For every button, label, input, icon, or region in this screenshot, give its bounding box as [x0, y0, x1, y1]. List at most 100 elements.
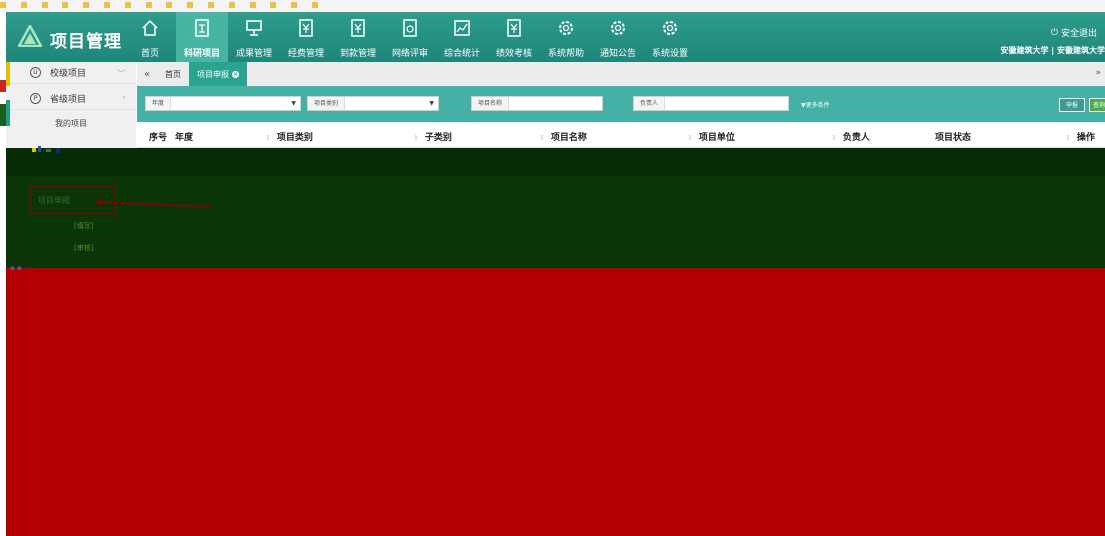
logout-button[interactable]: ⏻ 安全退出 [1051, 26, 1097, 40]
search-button[interactable]: 查询 [1089, 98, 1105, 112]
accent-bar [6, 62, 10, 86]
nav-label: 到款管理 [339, 49, 376, 59]
nav-label: 成果管理 [235, 49, 272, 59]
overlay-green-band [6, 148, 1105, 176]
bookmark-item[interactable] [187, 0, 197, 12]
sort-icon: ⇕ [687, 134, 693, 142]
category-select[interactable]: 项目类别 ▼ [307, 96, 439, 111]
bookmark-item[interactable] [21, 0, 31, 12]
bookmark-item[interactable] [312, 0, 322, 12]
nav-label: 系统设置 [651, 49, 688, 59]
tab-bar: « 首页 项目申报 × » [137, 62, 1105, 86]
nav-label: 通知公告 [599, 49, 636, 59]
sidebar: U 校级项目 ﹀ P 省级项目 › 我的项目 [6, 62, 136, 148]
nav-help[interactable]: 系统帮助 [540, 12, 592, 62]
category-label: 项目类别 [308, 97, 346, 110]
app-logo-icon [18, 25, 42, 47]
project-name-label: 项目名称 [472, 97, 510, 110]
nav-label: 首页 [140, 49, 159, 59]
nav-statistics[interactable]: 综合统计 [436, 12, 488, 62]
column-label: 操作 [1076, 133, 1095, 143]
tab-home[interactable]: 首页 [157, 62, 189, 86]
noise-cluster [32, 146, 60, 153]
bookmark-item[interactable] [0, 0, 10, 12]
gear-icon [663, 21, 677, 35]
double-chevron-left-icon[interactable]: « [137, 69, 157, 80]
logout-label: 安全退出 [1060, 29, 1097, 39]
school-project-icon: U [30, 67, 41, 78]
nav-online-review[interactable]: 网络评审 [384, 12, 436, 62]
bookmark-item[interactable] [104, 0, 114, 12]
column-header[interactable]: 年度 [175, 130, 193, 143]
accent-bar [6, 100, 10, 126]
nav-achievements[interactable]: 成果管理 [228, 12, 280, 62]
apply-button[interactable]: 申报 [1059, 98, 1085, 112]
chevron-down-icon: ﹀ [116, 70, 126, 80]
column-label: 项目名称 [550, 133, 587, 143]
nav-home[interactable]: 首页 [124, 12, 176, 62]
sort-icon: ⇕ [265, 134, 271, 142]
double-chevron-right-icon[interactable]: » [1095, 68, 1101, 78]
project-doc-icon [195, 19, 209, 37]
accent-bar [0, 80, 6, 92]
column-header[interactable]: 项目状态 [935, 130, 971, 143]
column-header[interactable]: ⇕ 项目类别 [265, 130, 313, 143]
bookmark-item[interactable] [291, 0, 301, 12]
nav-notices[interactable]: 通知公告 [592, 12, 644, 62]
project-name-input[interactable]: 项目名称 [471, 96, 603, 111]
column-header[interactable]: 序号 [149, 130, 167, 143]
owner-input[interactable]: 负责人 [633, 96, 789, 111]
bookmark-item[interactable] [83, 0, 93, 12]
year-select[interactable]: 年度 ▼ [145, 96, 301, 111]
nav-label: 绩效考核 [495, 49, 532, 59]
bookmark-item[interactable] [270, 0, 280, 12]
arrow-left-icon [94, 199, 213, 208]
caret-down-icon: ▼ [291, 100, 296, 107]
nav-label: 系统帮助 [547, 49, 584, 59]
sort-icon: ⇕ [413, 134, 419, 142]
nav-performance[interactable]: 绩效考核 [488, 12, 540, 62]
column-label: 子类别 [424, 133, 452, 143]
yuan-doc-icon [507, 19, 521, 37]
nav-settings[interactable]: 系统设置 [644, 12, 696, 62]
bookmark-item[interactable] [229, 0, 239, 12]
bookmark-item[interactable] [250, 0, 260, 12]
caret-down-icon: ▼ [429, 100, 434, 107]
bookmark-item[interactable] [208, 0, 218, 12]
overlay-text: [审核] [74, 244, 94, 252]
column-header[interactable]: ⇕ 子类别 [413, 130, 452, 143]
nav-research-projects[interactable]: 科研项目 [176, 12, 228, 62]
yuan-doc-icon [351, 19, 365, 37]
nav-receipts[interactable]: 到款管理 [332, 12, 384, 62]
nav-funds[interactable]: 经费管理 [280, 12, 332, 62]
sort-icon: ⇕ [831, 134, 837, 142]
filter-bar: 年度 ▼ 项目类别 ▼ 项目名称 负责人 ▼更多条件 申报 查询 [137, 86, 1105, 122]
sidebar-subitem-my-projects[interactable]: 我的项目 [6, 118, 136, 129]
noise-glyphs: ▪ ▪ · · [10, 264, 31, 272]
page: 项目管理 首页 科研项目 成果管理 经费管理 到款管理 网络评审 综合统计 绩效… [0, 0, 1105, 536]
tab-project-apply[interactable]: 项目申报 × [189, 62, 247, 86]
bookmark-item[interactable] [125, 0, 135, 12]
sidebar-item-provincial-projects[interactable]: P 省级项目 › [6, 88, 136, 110]
sidebar-item-label: 校级项目 [50, 69, 87, 79]
column-header[interactable]: ⇕ 项目单位 [687, 130, 735, 143]
accent-bar [0, 104, 6, 126]
app-header: 项目管理 首页 科研项目 成果管理 经费管理 到款管理 网络评审 综合统计 绩效… [6, 12, 1105, 62]
app-title: 项目管理 [50, 32, 122, 52]
column-label: 负责人 [842, 133, 870, 143]
bookmark-item[interactable] [42, 0, 52, 12]
bookmark-item[interactable] [146, 0, 156, 12]
bookmarks-bar [0, 0, 1105, 12]
more-filters-button[interactable]: ▼更多条件 [801, 100, 830, 109]
sidebar-item-school-projects[interactable]: U 校级项目 ﹀ [6, 62, 136, 84]
column-header[interactable]: ⇕ 操作 [1065, 130, 1095, 143]
bookmark-item[interactable] [62, 0, 72, 12]
close-icon[interactable]: × [232, 70, 239, 78]
column-label: 项目类别 [276, 133, 313, 143]
nav-label: 经费管理 [287, 49, 324, 59]
column-header[interactable]: ⇕ 负责人 [831, 130, 870, 143]
column-header[interactable]: ⇕ 项目名称 [539, 130, 587, 143]
bookmark-item[interactable] [166, 0, 176, 12]
table-header: 序号 年度 ⇕ 项目类别 ⇕ 子类别 ⇕ 项目名称 ⇕ 项目单位 ⇕ 负责人 项目状态 ⇕… [137, 122, 1105, 148]
user-info: 安徽建筑大学 | 安徽建筑大学 [1000, 46, 1105, 55]
